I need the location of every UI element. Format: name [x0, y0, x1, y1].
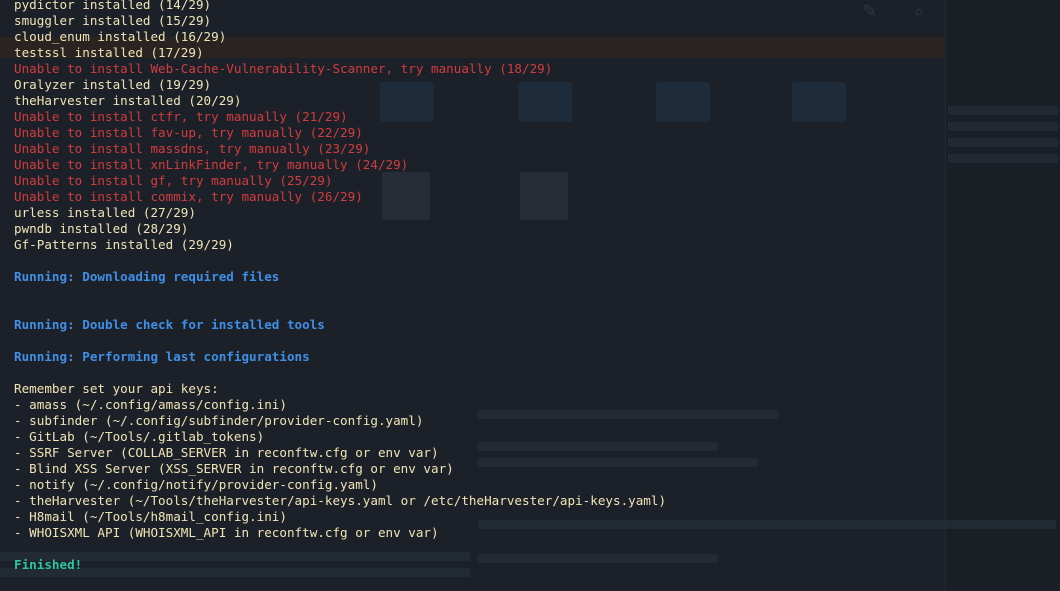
terminal-line-plain: - SSRF Server (COLLAB_SERVER in reconftw… [14, 445, 439, 460]
terminal-line-plain: - GitLab (~/Tools/.gitlab_tokens) [14, 429, 265, 444]
terminal-line-info: Running: Downloading required files [14, 269, 280, 284]
terminal-line-ok: Gf-Patterns installed (29/29) [14, 237, 234, 252]
terminal-line-err: Unable to install fav-up, try manually (… [14, 125, 363, 140]
terminal-line-err: Unable to install ctfr, try manually (21… [14, 109, 348, 124]
background-side-panel [945, 0, 1060, 591]
terminal-line-ok: smuggler installed (15/29) [14, 13, 212, 28]
terminal-line-err: Unable to install massdns, try manually … [14, 141, 371, 156]
terminal-line-ok: theHarvester installed (20/29) [14, 93, 242, 108]
background-text [948, 122, 1058, 131]
background-text [948, 106, 1058, 115]
terminal-line-ok: urless installed (27/29) [14, 205, 196, 220]
terminal-line-done: Finished! [14, 557, 83, 572]
terminal-line-info: Running: Double check for installed tool… [14, 317, 325, 332]
terminal-line-err: Unable to install commix, try manually (… [14, 189, 363, 204]
background-text [948, 154, 1058, 163]
terminal-line-plain: - amass (~/.config/amass/config.ini) [14, 397, 287, 412]
terminal-line-ok: Oralyzer installed (19/29) [14, 77, 212, 92]
terminal-output: pydictor installed (14/29) smuggler insta… [14, 0, 944, 573]
terminal-line-err: Unable to install gf, try manually (25/2… [14, 173, 333, 188]
terminal-line-ok: cloud_enum installed (16/29) [14, 29, 227, 44]
terminal-line-plain: Remember set your api keys: [14, 381, 219, 396]
terminal-line-err: Unable to install xnLinkFinder, try manu… [14, 157, 409, 172]
terminal-line-ok: pwndb installed (28/29) [14, 221, 189, 236]
terminal-line-ok: pydictor installed (14/29) [14, 0, 212, 12]
terminal-line-plain: - theHarvester (~/Tools/theHarvester/api… [14, 493, 667, 508]
terminal-line-info: Running: Performing last configurations [14, 349, 310, 364]
terminal-line-ok: testssl installed (17/29) [14, 45, 204, 60]
terminal-line-plain: - H8mail (~/Tools/h8mail_config.ini) [14, 509, 287, 524]
terminal-line-plain: - subfinder (~/.config/subfinder/provide… [14, 413, 424, 428]
background-text [948, 138, 1058, 147]
terminal-line-plain: - notify (~/.config/notify/provider-conf… [14, 477, 378, 492]
terminal-line-plain: - WHOISXML API (WHOISXML_API in reconftw… [14, 525, 439, 540]
terminal-line-plain: - Blind XSS Server (XSS_SERVER in reconf… [14, 461, 454, 476]
terminal-window[interactable]: ✎ ⌕ pydictor installed (14/29) smuggler i… [0, 0, 1060, 591]
terminal-line-err: Unable to install Web-Cache-Vulnerabilit… [14, 61, 553, 76]
